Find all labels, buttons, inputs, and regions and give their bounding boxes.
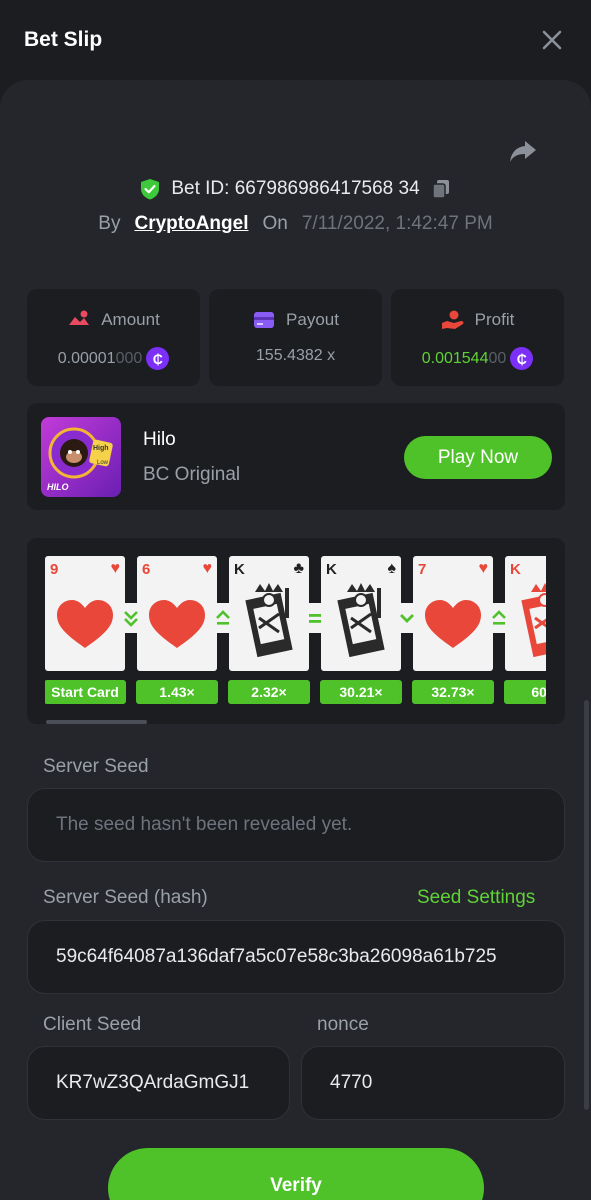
card-history[interactable]: 9 ♥ Start Card 6 ♥ 1.43× K ♣ 2.32× K ♠ 30.21× 7 ♥ 32.7…	[27, 538, 565, 724]
card-suit-icon: ♥	[110, 560, 121, 577]
card-suit-icon: ♥	[202, 560, 213, 577]
username-link[interactable]: CryptoAngel	[134, 213, 248, 235]
card-history-scrollbar[interactable]	[46, 720, 147, 724]
card-rank: 6	[142, 561, 151, 578]
bet-id: Bet ID: 667986986417568 34	[171, 178, 420, 199]
amount-value: 0.00001	[57, 349, 116, 367]
server-seed-label: Server Seed	[43, 756, 149, 777]
card-multiplier: 32.73×	[412, 680, 494, 704]
nonce-field[interactable]: 4770	[301, 1046, 565, 1120]
game-name: Hilo	[143, 429, 176, 450]
verified-shield-icon	[141, 179, 160, 200]
server-seed-field: The seed hasn't been revealed yet.	[27, 788, 565, 862]
card-rank: 9	[50, 561, 59, 578]
payout-stat: Payout 155.4382 x	[209, 289, 382, 386]
amount-value-trailing: 000	[115, 349, 143, 367]
profit-icon	[441, 310, 464, 329]
payout-label: Payout	[286, 310, 339, 329]
card-rank: 7	[418, 561, 427, 578]
amount-label: Amount	[101, 310, 160, 329]
playing-card: 6 ♥	[137, 556, 217, 671]
profit-value-trailing: 00	[488, 349, 507, 367]
game-provider: BC Original	[143, 464, 241, 485]
client-seed-label: Client Seed	[43, 1014, 142, 1035]
card-suit-icon: ♠	[387, 560, 397, 577]
seed-settings-link[interactable]: Seed Settings	[417, 887, 535, 909]
guess-down-icon	[117, 603, 145, 633]
profit-value: 0.001544	[421, 349, 489, 367]
card-multiplier: 30.21×	[320, 680, 402, 704]
page-scrollbar[interactable]	[584, 700, 589, 1110]
bet-date: 7/11/2022, 1:42:47 PM	[301, 213, 493, 234]
card-history-track: 9 ♥ Start Card 6 ♥ 1.43× K ♣ 2.32× K ♠ 30.21× 7 ♥ 32.7…	[45, 556, 546, 708]
card-rank: K	[234, 561, 245, 578]
verify-button[interactable]: Verify	[108, 1148, 484, 1200]
card-suit-icon: ♣	[293, 560, 305, 577]
guess-down-single-icon	[393, 603, 421, 633]
amount-icon	[69, 310, 90, 325]
share-icon[interactable]	[508, 136, 538, 166]
profit-stat: Profit 0.00154400 ₵	[391, 289, 564, 386]
card-multiplier: 1.43×	[136, 680, 218, 704]
coin-icon: ₵	[146, 347, 170, 370]
nonce-label: nonce	[317, 1014, 369, 1035]
hilo-game-thumbnail[interactable]: High Low HILO	[41, 417, 121, 497]
card-multiplier: 2.32×	[228, 680, 310, 704]
playing-card: 7 ♥	[413, 556, 493, 671]
playing-card: 9 ♥	[45, 556, 125, 671]
bet-byline: By CryptoAngel On 7/11/2022, 1:42:47 PM	[0, 213, 591, 235]
page-title: Bet Slip	[24, 28, 103, 51]
guess-up-icon	[485, 603, 513, 633]
amount-stat: Amount 0.00001000 ₵	[27, 289, 200, 386]
play-now-button[interactable]: Play Now	[404, 436, 552, 479]
card-multiplier: 60.5	[504, 680, 546, 704]
thumb-low-text: Low	[97, 460, 109, 466]
client-seed-field[interactable]: KR7wZ3QArdaGmGJ1	[27, 1046, 290, 1120]
card-rank: K	[326, 561, 337, 578]
playing-card: K ♠	[321, 556, 401, 671]
server-hash-label: Server Seed (hash)	[43, 887, 208, 908]
guess-equal-icon	[301, 603, 329, 633]
header-bar: Bet Slip	[0, 0, 591, 80]
close-icon[interactable]	[538, 26, 566, 54]
coin-icon: ₵	[510, 347, 534, 370]
payout-icon	[254, 312, 275, 328]
card-rank: K	[510, 561, 521, 578]
bet-id-row: Bet ID: 667986986417568 34	[0, 178, 591, 200]
by-label: By	[98, 213, 121, 234]
copy-icon[interactable]	[430, 178, 452, 200]
thumb-label: HILO	[47, 482, 69, 492]
card-suit-icon: ♥	[478, 560, 489, 577]
profit-label: Profit	[474, 310, 515, 329]
on-label: On	[262, 213, 288, 234]
payout-value: 155.4382 x	[255, 347, 336, 364]
guess-up-icon	[209, 603, 237, 633]
card-multiplier: Start Card	[45, 680, 126, 704]
playing-card: K ♣	[229, 556, 309, 671]
thumb-high-text: High	[93, 445, 109, 452]
server-hash-field[interactable]: 59c64f64087a136daf7a5c07e58c3ba26098a61b…	[27, 920, 565, 994]
game-card: High Low HILO Hilo BC Original Play Now	[27, 403, 565, 510]
